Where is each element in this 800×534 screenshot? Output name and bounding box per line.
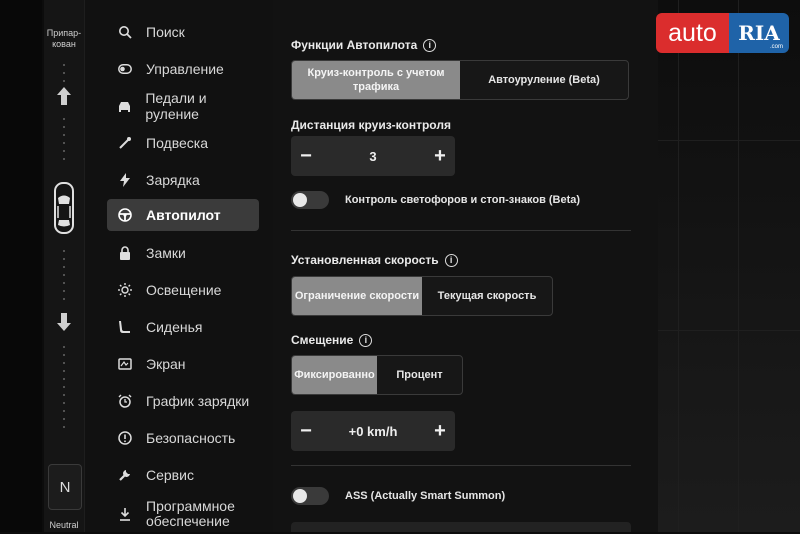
gear-neutral-button[interactable]: N [48,464,82,510]
autoria-logo-auto: auto [656,13,729,53]
sidebar-item-software[interactable]: Программное обеспечение [107,494,259,534]
toggle-icon [117,61,133,77]
sidebar-item-lighting[interactable]: Освещение [107,274,259,306]
sidebar-item-label: Экран [146,356,186,372]
sun-icon [117,282,133,298]
sidebar-item-charging[interactable]: Зарядка [107,164,259,196]
ass-label: ASS (Actually Smart Summon) [345,490,506,502]
speed-limit-option[interactable]: Ограничение скорости [292,277,422,315]
car-top-view-icon [54,182,74,234]
gear-park-label: Припар- кован [44,28,84,50]
offset-title: Смещение i [291,333,373,347]
gear-selector[interactable]: Припар- кован N Neutral [44,0,85,532]
sidebar-item-safety[interactable]: Безопасность [107,422,259,454]
seat-icon [117,319,133,335]
sidebar-item-controls[interactable]: Управление [107,53,259,85]
sidebar-item-service[interactable]: Сервис [107,459,259,491]
display-icon [117,356,133,372]
bolt-icon [117,172,133,188]
offset-value: +0 km/h [348,423,398,439]
sidebar-item-autopilot[interactable]: Автопилот [107,199,259,231]
gear-park-text: Припар- кован [46,28,82,49]
sidebar-item-label: Замки [146,245,186,261]
ass-row: ASS (Actually Smart Summon) [291,487,505,505]
background-surface [658,0,800,532]
info-icon[interactable]: i [423,38,437,52]
next-setting-partial [291,522,631,532]
sidebar-item-label: График зарядки [146,393,250,409]
autopilot-functions-title: Функции Автопилота i [291,38,437,52]
sidebar-item-label: Автопилот [146,207,221,223]
current-speed-option[interactable]: Текущая скорость [422,277,552,315]
alert-icon [117,430,133,446]
cruise-distance-stepper: − 3 + [291,136,455,176]
traffic-lights-row: Контроль светофоров и стоп-знаков (Beta) [291,191,580,209]
sidebar-item-pedals[interactable]: Педали и руление [107,90,259,122]
lock-icon [117,245,133,261]
gear-neutral-label: Neutral [49,520,79,530]
offset-fixed-option[interactable]: Фиксированно [292,356,377,394]
sidebar-item-label: Поиск [146,24,185,40]
steering-wheel-icon [117,207,133,223]
screen-bezel [0,0,42,532]
sidebar-item-search[interactable]: Поиск [107,16,259,48]
tacc-option[interactable]: Круиз-контроль с учетом трафика [292,61,460,99]
traffic-lights-label: Контроль светофоров и стоп-знаков (Beta) [345,194,581,206]
sidebar-item-label: Сервис [146,467,194,483]
sidebar-item-label: Безопасность [146,430,236,446]
offset-increase-button[interactable]: + [425,411,455,451]
offset-stepper: − +0 km/h + [291,411,455,451]
sidebar-item-locks[interactable]: Замки [107,237,259,269]
autoria-logo-ria-text: RIA [738,21,780,45]
gear-dots-bottom [56,340,72,434]
offset-segmented: Фиксированно Процент [291,355,463,395]
info-icon[interactable]: i [359,333,373,347]
gear-neutral-letter: N [59,478,71,496]
sidebar-item-display[interactable]: Экран [107,348,259,380]
offset-label: Смещение [291,333,354,347]
offset-percent-option[interactable]: Процент [377,356,462,394]
wrench-icon [117,135,133,151]
autopilot-functions-segmented: Круиз-контроль с учетом трафика Автоурул… [291,60,629,100]
sidebar-item-label: Управление [146,61,224,77]
info-icon[interactable]: i [444,253,458,267]
offset-decrease-button[interactable]: − [291,411,321,451]
autoria-logo-ria: RIA .com [729,13,789,53]
download-icon [117,506,133,522]
cruise-distance-increase-button[interactable]: + [425,136,455,176]
autosteer-option[interactable]: Автоуруление (Beta) [460,61,628,99]
gear-dots-mid-top [56,112,72,166]
sidebar-item-label: Педали и руление [145,90,207,122]
section-divider [291,465,631,466]
alarm-clock-icon [117,393,133,409]
sidebar-item-charge-schedule[interactable]: График зарядки [107,385,259,417]
sidebar-item-label: Программное обеспечение [146,498,235,529]
autoria-logo-domain: .com [769,44,783,50]
car-icon [117,98,132,114]
service-wrench-icon [117,467,133,483]
set-speed-label: Установленная скорость [291,253,439,267]
cruise-distance-decrease-button[interactable]: − [291,136,321,176]
sidebar-item-label: Освещение [146,282,222,298]
sidebar-item-suspension[interactable]: Подвеска [107,127,259,159]
arrow-up-icon[interactable] [52,84,76,108]
sidebar-item-label: Подвеска [146,135,208,151]
gear-dots-mid-bottom [56,244,72,306]
cruise-distance-title: Дистанция круиз-контроля [291,118,451,132]
autopilot-functions-label: Функции Автопилота [291,38,418,52]
sidebar-item-label: Сиденья [146,319,203,335]
sidebar-item-label: Зарядка [146,172,200,188]
autopilot-settings-panel: Функции Автопилота i Круиз-контроль с уч… [273,0,658,532]
set-speed-title: Установленная скорость i [291,253,458,267]
set-speed-segmented: Ограничение скорости Текущая скорость [291,276,553,316]
arrow-down-icon[interactable] [52,310,76,334]
traffic-lights-toggle[interactable] [291,191,329,209]
section-divider [291,230,631,231]
ass-toggle[interactable] [291,487,329,505]
sidebar-item-seats[interactable]: Сиденья [107,311,259,343]
cruise-distance-value: 3 [369,148,377,164]
settings-sidebar: Поиск Управление Педали и руление Подвес… [85,0,273,532]
search-icon [117,24,133,40]
